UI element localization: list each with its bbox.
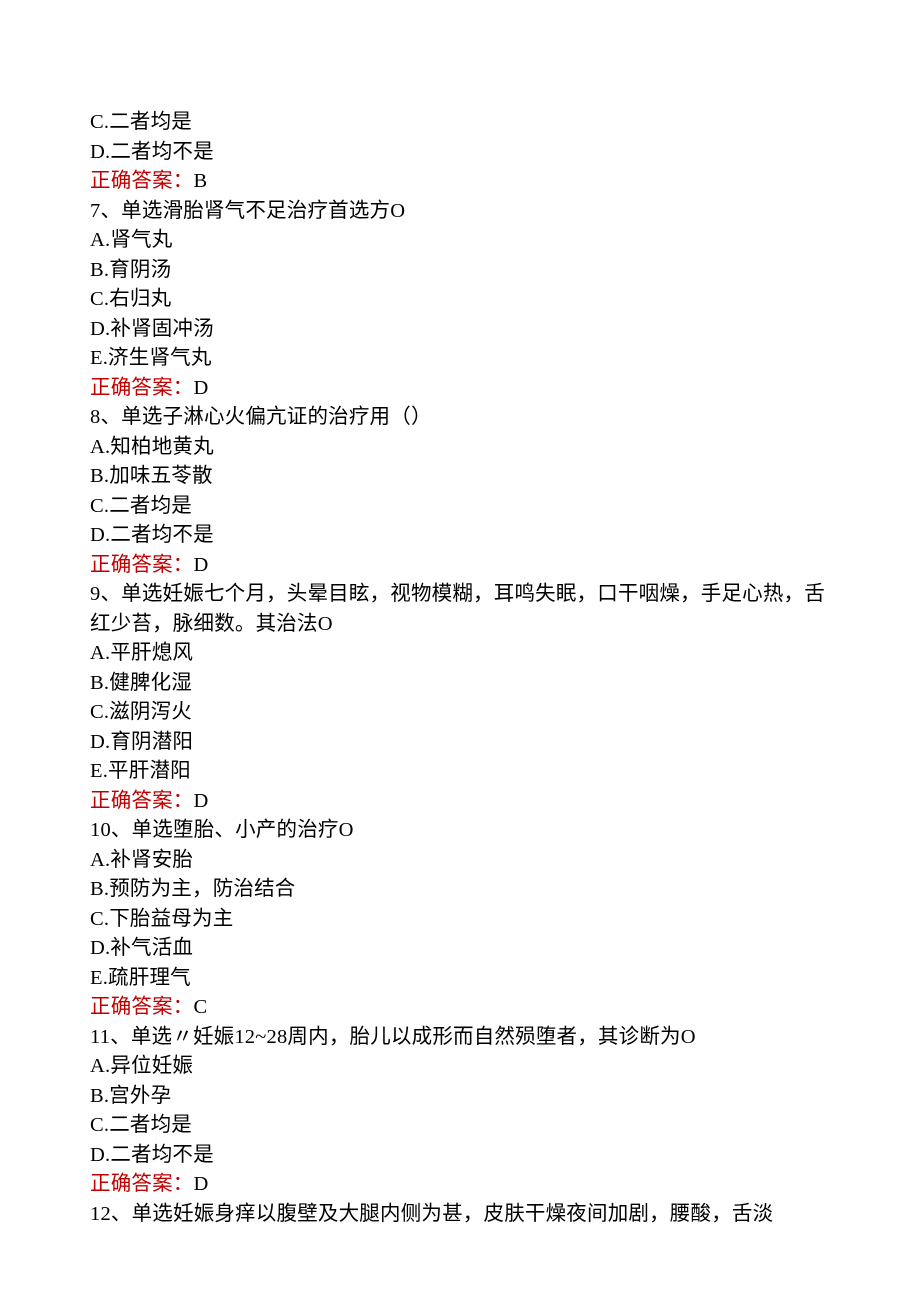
option-line: A.肾气丸 xyxy=(90,226,830,256)
answer-value: D xyxy=(194,377,209,399)
answer-value: D xyxy=(194,790,209,812)
answer-label: 正确答案： xyxy=(90,790,194,812)
answer-line: 正确答案：D xyxy=(90,551,830,581)
answer-label: 正确答案： xyxy=(90,377,194,399)
option-line: B.预防为主，防治结合 xyxy=(90,875,830,905)
answer-value: C xyxy=(194,996,208,1018)
option-line: E.疏肝理气 xyxy=(90,964,830,994)
option-line: D.二者均不是 xyxy=(90,138,830,168)
option-line: E.济生肾气丸 xyxy=(90,344,830,374)
option-line: B.健脾化湿 xyxy=(90,669,830,699)
question-line: 12、单选妊娠身痒以腹壁及大腿内侧为甚，皮肤干燥夜间加剧，腰酸，舌淡 xyxy=(90,1200,830,1230)
option-line: D.二者均不是 xyxy=(90,521,830,551)
answer-value: D xyxy=(194,1173,209,1195)
option-line: B.加味五苓散 xyxy=(90,462,830,492)
option-line: B.宫外孕 xyxy=(90,1082,830,1112)
option-line: C.二者均是 xyxy=(90,108,830,138)
question-line: 10、单选堕胎、小产的治疗O xyxy=(90,816,830,846)
option-line: D.二者均不是 xyxy=(90,1141,830,1171)
question-line: 7、单选滑胎肾气不足治疗首选方O xyxy=(90,197,830,227)
answer-label: 正确答案： xyxy=(90,170,194,192)
answer-label: 正确答案： xyxy=(90,554,194,576)
option-line: C.二者均是 xyxy=(90,492,830,522)
answer-line: 正确答案：B xyxy=(90,167,830,197)
option-line: E.平肝潜阳 xyxy=(90,757,830,787)
answer-label: 正确答案： xyxy=(90,1173,194,1195)
answer-label: 正确答案： xyxy=(90,996,194,1018)
answer-value: B xyxy=(194,170,208,192)
option-line: A.补肾安胎 xyxy=(90,846,830,876)
option-line: C.二者均是 xyxy=(90,1111,830,1141)
option-line: A.平肝熄风 xyxy=(90,639,830,669)
option-line: A.异位妊娠 xyxy=(90,1052,830,1082)
answer-line: 正确答案：D xyxy=(90,1170,830,1200)
question-line: 8、单选子淋心火偏亢证的治疗用（） xyxy=(90,403,830,433)
option-line: C.滋阴泻火 xyxy=(90,698,830,728)
option-line: B.育阴汤 xyxy=(90,256,830,286)
answer-value: D xyxy=(194,554,209,576)
answer-line: 正确答案：C xyxy=(90,993,830,1023)
option-line: D.补肾固冲汤 xyxy=(90,315,830,345)
option-line: C.下胎益母为主 xyxy=(90,905,830,935)
option-line: D.育阴潜阳 xyxy=(90,728,830,758)
option-line: A.知柏地黄丸 xyxy=(90,433,830,463)
option-line: C.右归丸 xyxy=(90,285,830,315)
question-line: 11、单选〃妊娠12~28周内，胎儿以成形而自然殒堕者，其诊断为O xyxy=(90,1023,830,1053)
option-line: D.补气活血 xyxy=(90,934,830,964)
document-page: C.二者均是D.二者均不是正确答案：B7、单选滑胎肾气不足治疗首选方OA.肾气丸… xyxy=(0,0,920,1301)
answer-line: 正确答案：D xyxy=(90,787,830,817)
answer-line: 正确答案：D xyxy=(90,374,830,404)
question-line: 9、单选妊娠七个月，头晕目眩，视物模糊，耳鸣失眠，口干咽燥，手足心热，舌红少苔，… xyxy=(90,580,830,639)
